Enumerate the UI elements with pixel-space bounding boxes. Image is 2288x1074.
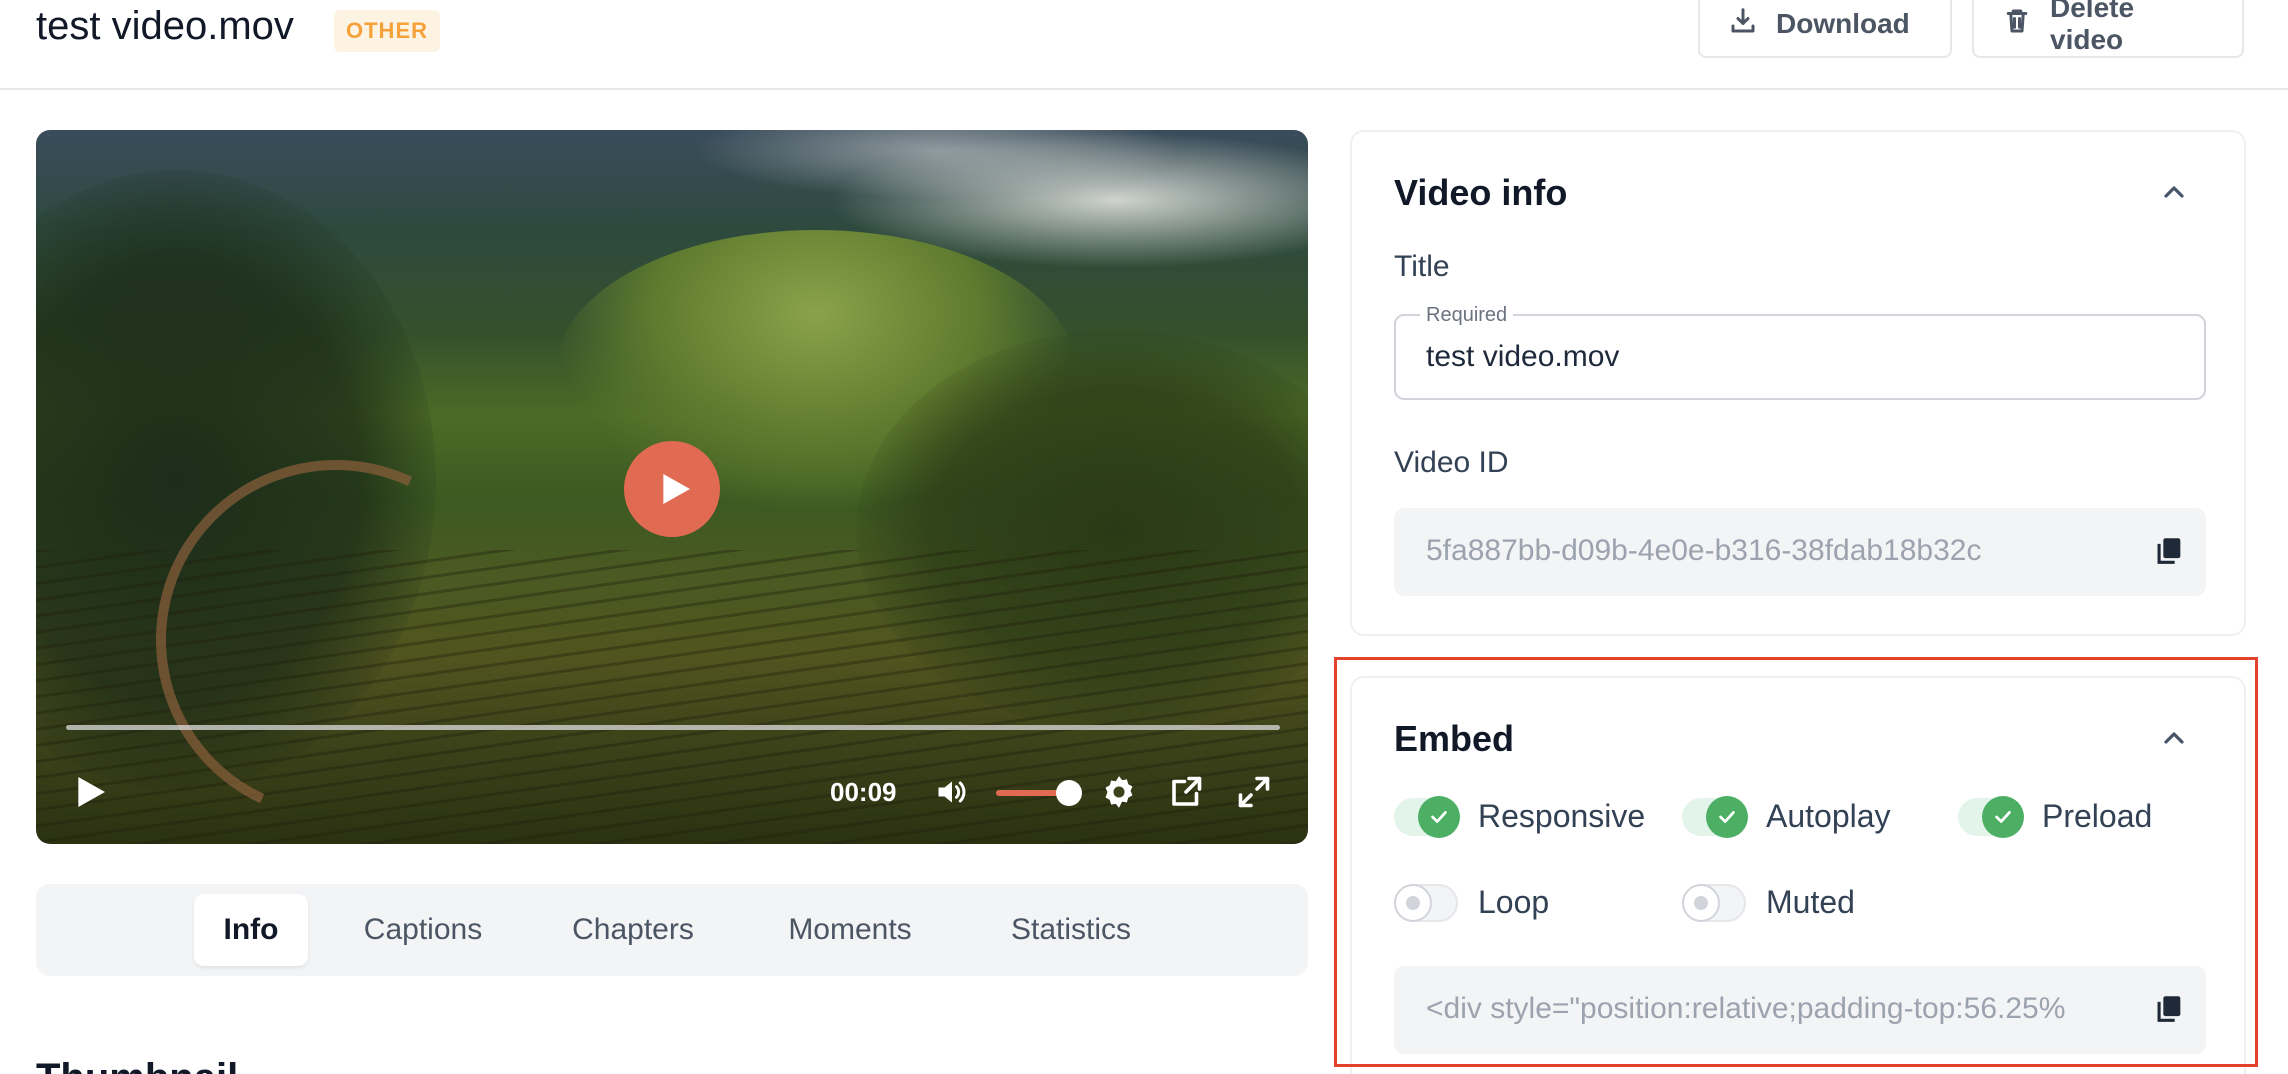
title-field[interactable]: Required test video.mov [1394,304,2206,400]
video-info-card: Video info Title Required test video.mov… [1350,130,2246,636]
download-button[interactable]: Download [1698,0,1952,58]
tab-chapters[interactable]: Chapters [540,894,726,966]
external-link-icon [1172,776,1202,806]
title-input-value: test video.mov [1426,340,1620,373]
download-icon [1728,6,1758,43]
video-id-label: Video ID [1394,446,1509,479]
tab-statistics[interactable]: Statistics [976,894,1166,966]
copy-video-id-button[interactable] [2152,534,2186,568]
delete-video-button[interactable]: Delete video [1972,0,2244,58]
fullscreen-button[interactable] [1236,774,1272,810]
settings-button[interactable] [1100,773,1138,811]
big-play-button[interactable] [624,441,720,537]
page-title: test video.mov [36,4,294,48]
gear-icon [1105,776,1133,808]
embed-highlight-outline [1334,657,2258,1067]
volume-icon [938,781,966,803]
fullscreen-icon [1238,776,1270,808]
trash-icon [2002,6,2032,43]
title-required-legend: Required [1420,304,1514,327]
video-player[interactable]: 00:09 [36,130,1308,844]
volume-slider-handle[interactable] [1056,780,1082,806]
open-external-button[interactable] [1168,774,1204,810]
delete-label: Delete video [2050,0,2135,55]
collapse-video-info-button[interactable] [2158,176,2190,208]
title-label: Title [1394,250,1450,283]
progress-bar[interactable] [66,725,1280,730]
tab-captions[interactable]: Captions [336,894,510,966]
video-id-value: 5fa887bb-d09b-4e0e-b316-38fdab18b32c [1426,534,1982,567]
video-info-title: Video info [1394,172,1568,213]
download-label: Download [1776,8,1910,39]
play-icon [78,777,105,807]
current-time: 00:09 [830,777,897,807]
play-control[interactable] [70,772,110,812]
copy-icon [2157,538,2181,564]
tab-bar: Info Captions Chapters Moments Statistic… [36,884,1308,976]
type-badge: OTHER [334,10,440,52]
tab-moments[interactable]: Moments [756,894,944,966]
tab-info[interactable]: Info [194,894,308,966]
page-header: test video.mov OTHER Download Delete vid… [0,0,2288,90]
play-icon [663,474,690,504]
chevron-up-icon [2164,186,2184,198]
volume-button[interactable] [932,774,972,810]
thumbnail-heading: Thumbnail [36,1056,238,1074]
video-id-field: 5fa887bb-d09b-4e0e-b316-38fdab18b32c [1394,508,2206,596]
